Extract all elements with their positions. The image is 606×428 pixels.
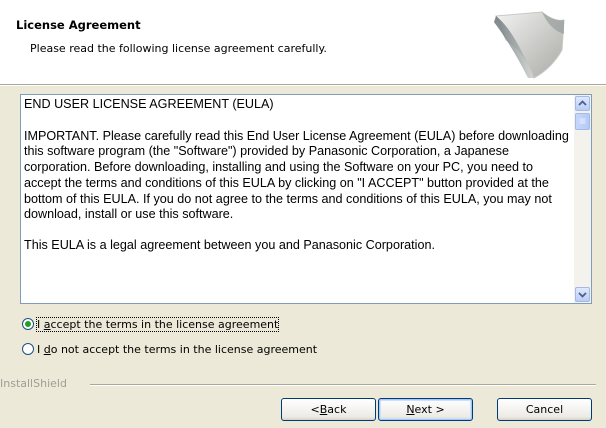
decline-option[interactable]: I do not accept the terms in the license…	[22, 341, 317, 357]
radio-selected-dot	[25, 321, 31, 327]
installshield-label: InstallShield	[0, 377, 67, 390]
license-paragraph: This EULA is a legal agreement between y…	[24, 237, 435, 252]
accept-option[interactable]: I accept the terms in the license agreem…	[22, 316, 280, 332]
decline-radio[interactable]	[22, 343, 34, 355]
license-paragraph: END USER LICENSE AGREEMENT (EULA)	[24, 97, 274, 111]
accept-label[interactable]: I accept the terms in the license agreem…	[35, 316, 280, 332]
scrollbar-thumb[interactable]	[575, 113, 590, 130]
decline-label[interactable]: I do not accept the terms in the license…	[37, 343, 317, 356]
footer-separator	[90, 384, 596, 386]
installshield-wizard-graphic-icon	[494, 11, 565, 79]
header-subtitle: Please read the following license agreem…	[30, 42, 327, 55]
scroll-up-button[interactable]	[575, 96, 590, 111]
cancel-button[interactable]: Cancel	[497, 398, 592, 421]
arrow-up-icon	[578, 100, 587, 106]
back-button[interactable]: < Back	[281, 398, 376, 421]
header-divider-highlight	[0, 85, 606, 86]
header-title: License Agreement	[16, 18, 141, 32]
thumb-grip-icon	[579, 118, 586, 124]
license-paragraph: IMPORTANT. Please carefully read this En…	[24, 128, 569, 222]
vertical-scrollbar[interactable]	[574, 95, 591, 303]
scroll-down-button[interactable]	[575, 287, 590, 302]
next-button[interactable]: Next >	[378, 398, 473, 421]
license-text-box[interactable]: END USER LICENSE AGREEMENT (EULA) IMPORT…	[20, 94, 592, 304]
dialog-header: License Agreement Please read the follow…	[0, 0, 606, 85]
accept-radio[interactable]	[22, 318, 34, 330]
license-text: END USER LICENSE AGREEMENT (EULA) IMPORT…	[24, 97, 569, 269]
arrow-down-icon	[578, 292, 587, 298]
